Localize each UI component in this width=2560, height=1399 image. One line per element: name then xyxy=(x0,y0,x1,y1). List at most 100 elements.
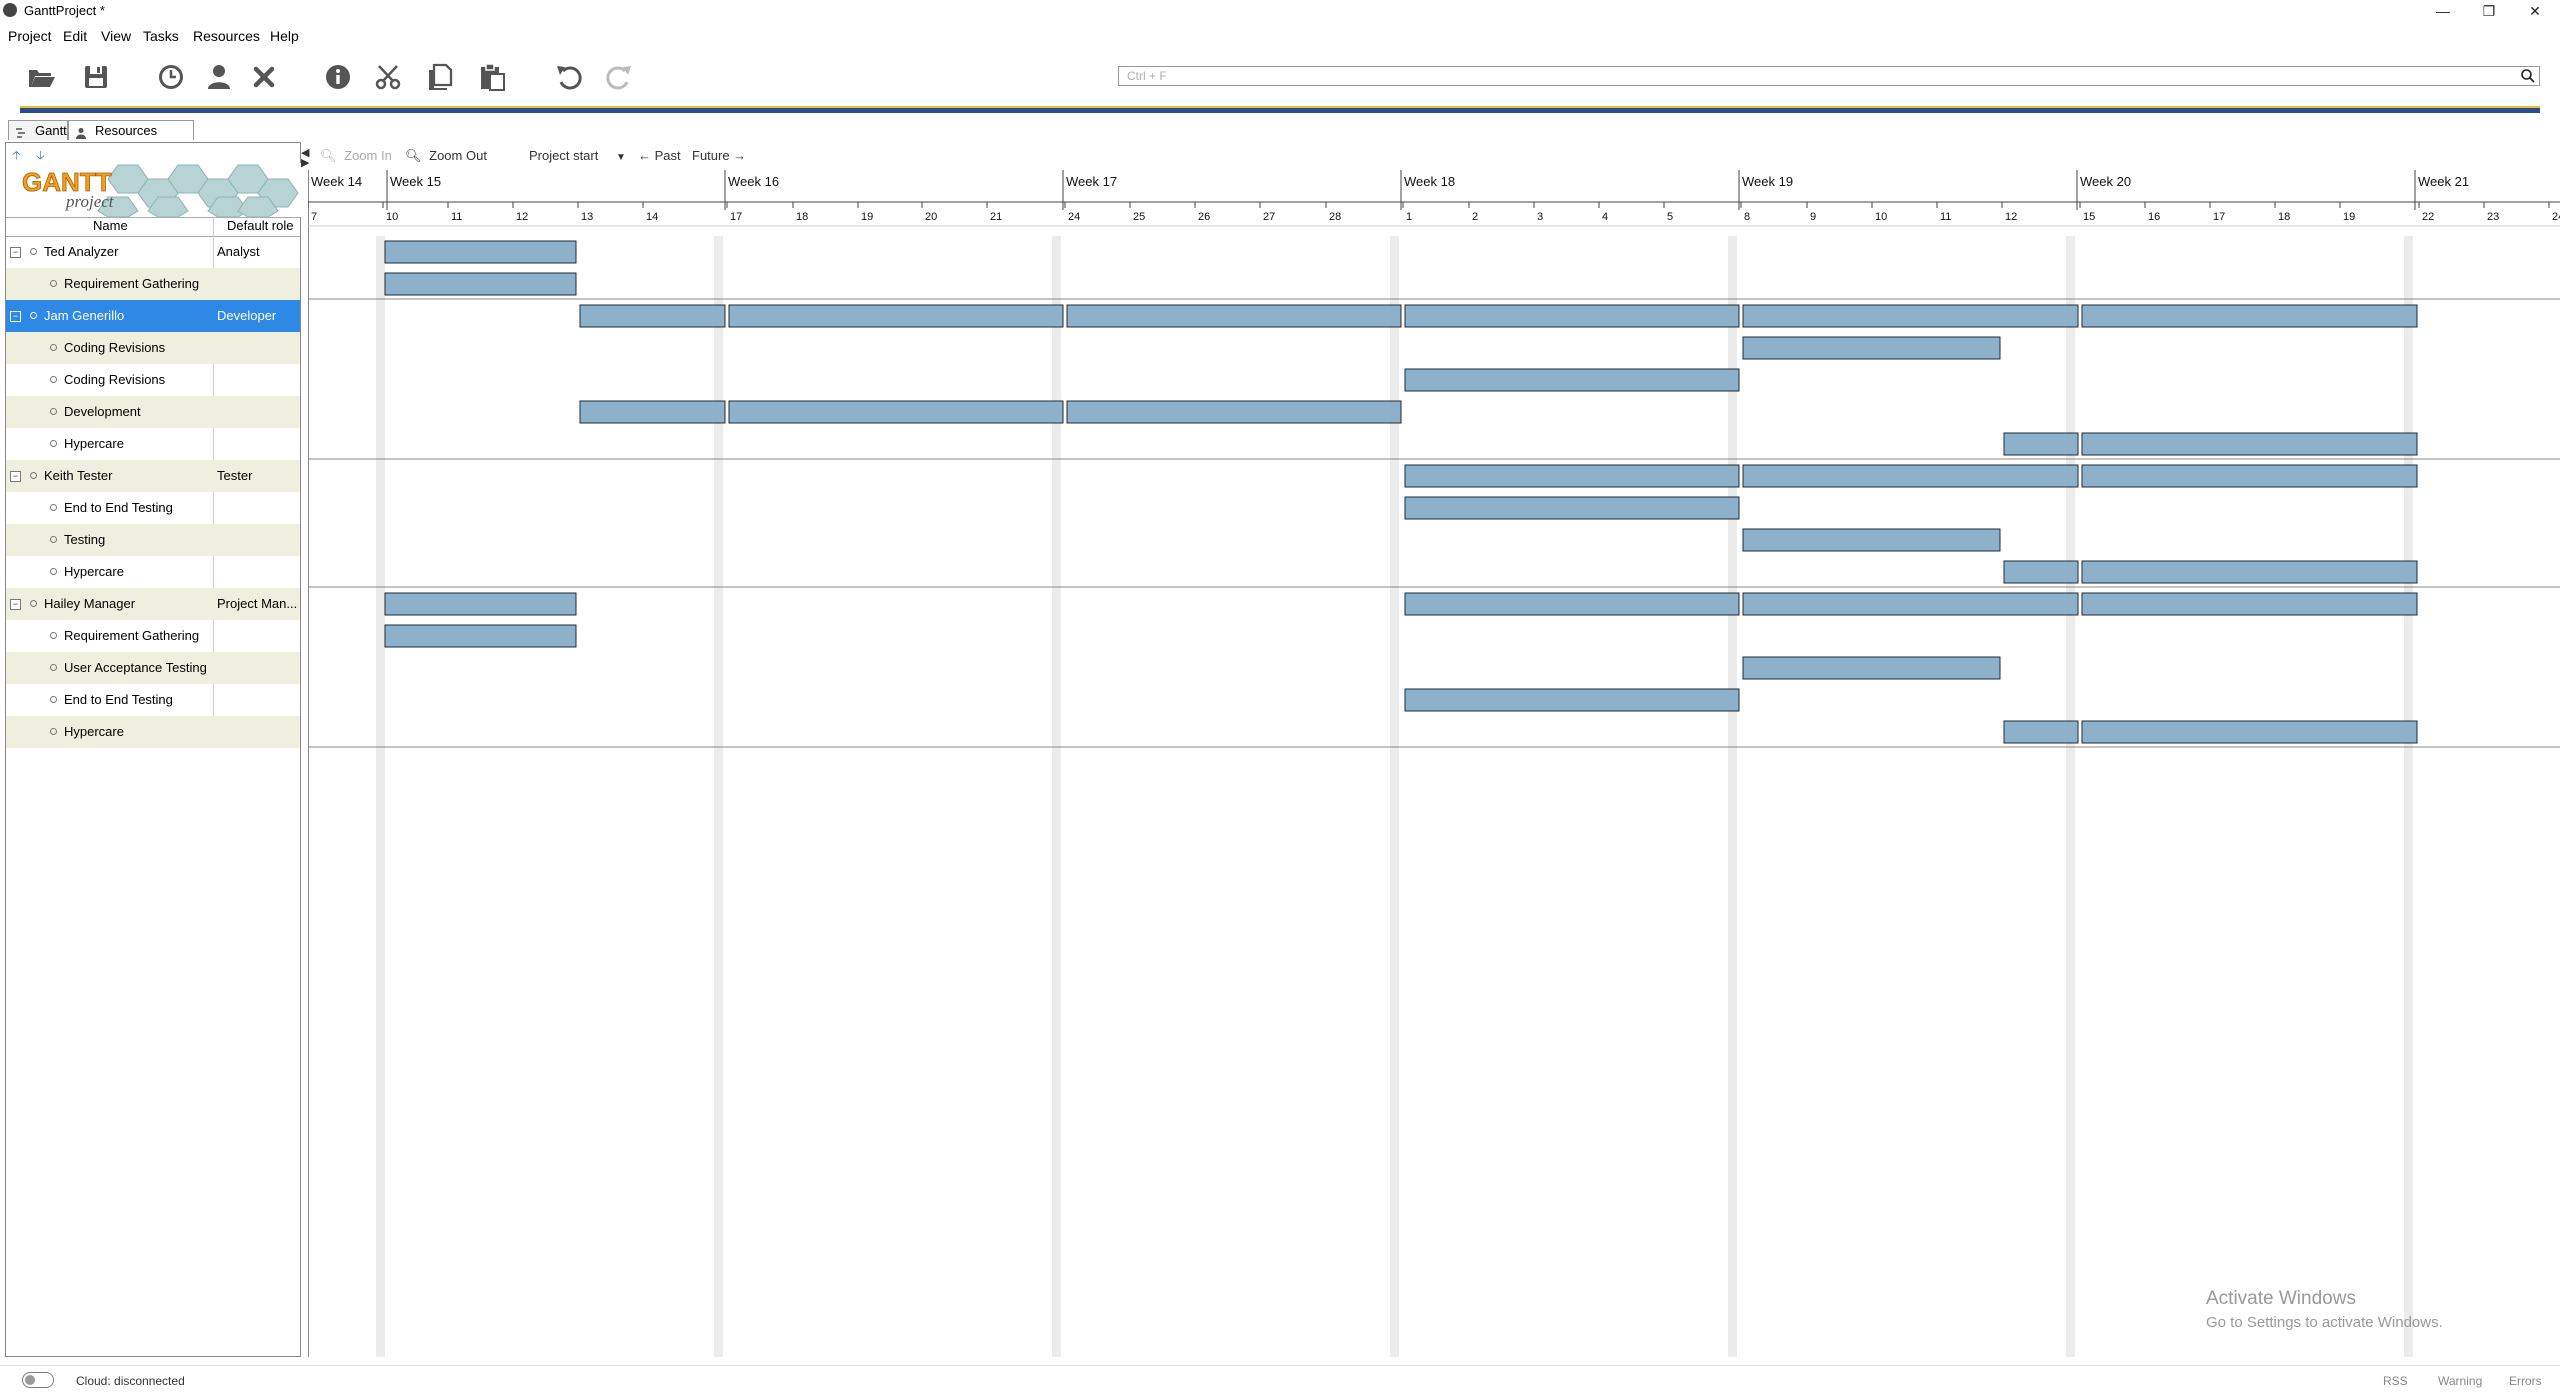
assignment-row[interactable]: User Acceptance Testing xyxy=(6,652,300,684)
row-name: Hailey Manager xyxy=(44,596,136,611)
row-name: Coding Revisions xyxy=(64,340,166,355)
day-label: 24 xyxy=(1068,211,1080,223)
row-name: Hypercare xyxy=(64,564,124,579)
column-header-name[interactable]: Name xyxy=(93,218,128,233)
assignment-row[interactable]: Testing xyxy=(6,524,300,556)
info-icon[interactable] xyxy=(321,60,355,94)
weekend-band xyxy=(2404,236,2413,1357)
menu-edit[interactable]: Edit xyxy=(63,28,87,44)
menu-help[interactable]: Help xyxy=(270,28,299,44)
week-label: Week 15 xyxy=(390,174,441,189)
cut-icon[interactable] xyxy=(371,60,405,94)
search-input[interactable] xyxy=(1118,66,2540,86)
day-label: 13 xyxy=(581,211,593,223)
row-role: Analyst xyxy=(217,244,260,259)
day-label: 24 xyxy=(2552,211,2560,223)
copy-icon[interactable] xyxy=(423,60,457,94)
past-button[interactable]: ← Past xyxy=(638,148,681,163)
cloud-toggle[interactable] xyxy=(22,1372,54,1388)
assignment-row[interactable]: Coding Revisions xyxy=(6,364,300,396)
assignment-bar xyxy=(2003,720,2079,744)
task-icon xyxy=(50,632,57,639)
tab-gantt[interactable]: Gantt xyxy=(8,120,68,140)
delete-icon[interactable] xyxy=(247,60,281,94)
project-start-label: Project start xyxy=(529,148,599,163)
resource-row[interactable]: − Jam Generillo Developer xyxy=(6,300,300,332)
assignment-row[interactable]: Development xyxy=(6,396,300,428)
assignment-row[interactable]: Requirement Gathering xyxy=(6,268,300,300)
expand-panel-icon[interactable]: ▶ xyxy=(301,156,309,169)
save-icon[interactable] xyxy=(79,60,113,94)
rss-link[interactable]: RSS xyxy=(2383,1374,2408,1388)
day-label: 18 xyxy=(796,211,808,223)
menu-resources[interactable]: Resources xyxy=(193,28,260,44)
assignment-row[interactable]: Hypercare xyxy=(6,428,300,460)
row-name: Requirement Gathering xyxy=(64,276,200,291)
day-label: 12 xyxy=(516,211,528,223)
day-label: 7 xyxy=(311,211,317,223)
assignment-bar xyxy=(384,240,577,264)
tab-resources-chart[interactable]: Resources Chart xyxy=(68,120,194,158)
paste-icon[interactable] xyxy=(475,60,509,94)
restore-button[interactable]: ❐ xyxy=(2466,0,2512,22)
assignment-bar xyxy=(1404,496,1740,520)
future-button[interactable]: Future → xyxy=(692,148,746,163)
assignment-bar xyxy=(1066,400,1402,424)
zoom-in-button[interactable]: 🔍︎ Zoom In xyxy=(320,148,392,164)
collapse-icon[interactable]: − xyxy=(10,471,21,482)
assignment-row[interactable]: End to End Testing xyxy=(6,684,300,716)
open-icon[interactable] xyxy=(24,60,58,94)
assignment-bar xyxy=(2081,464,2418,488)
minimize-button[interactable]: — xyxy=(2420,0,2466,22)
assignment-row[interactable]: Hypercare xyxy=(6,556,300,588)
row-name: Development xyxy=(64,404,141,419)
history-icon[interactable] xyxy=(154,60,188,94)
resource-icon xyxy=(30,472,37,479)
day-label: 3 xyxy=(1537,211,1543,223)
menu-view[interactable]: View xyxy=(101,28,131,44)
resource-row[interactable]: − Ted Analyzer Analyst xyxy=(6,236,300,268)
assignment-bar xyxy=(579,400,726,424)
day-label: 4 xyxy=(1602,211,1608,223)
collapse-icon[interactable]: − xyxy=(10,311,21,322)
assignment-bar xyxy=(728,304,1064,328)
week-label: Week 20 xyxy=(2080,174,2131,189)
svg-text:project: project xyxy=(65,192,115,211)
undo-icon[interactable] xyxy=(552,60,586,94)
task-icon xyxy=(50,376,57,383)
assignment-row[interactable]: Coding Revisions xyxy=(6,332,300,364)
assignment-row[interactable]: Requirement Gathering xyxy=(6,620,300,652)
resource-chart-canvas[interactable]: Week 14 Week 15 Week 16 Week 17 Week 18 Week … xyxy=(308,170,2560,1357)
menu-project[interactable]: Project xyxy=(8,28,52,44)
day-label: 27 xyxy=(1263,211,1275,223)
zoom-out-label: Zoom Out xyxy=(429,148,487,163)
assignment-bar xyxy=(2003,560,2079,584)
assignment-bar xyxy=(2081,592,2418,616)
task-icon xyxy=(50,280,57,287)
weekend-band xyxy=(2066,236,2075,1357)
week-label: Week 21 xyxy=(2418,174,2469,189)
collapse-icon[interactable]: − xyxy=(10,599,21,610)
assignment-row[interactable]: End to End Testing xyxy=(6,492,300,524)
resource-row[interactable]: − Keith Tester Tester xyxy=(6,460,300,492)
menu-tasks[interactable]: Tasks xyxy=(143,28,179,44)
row-role: Developer xyxy=(217,308,277,323)
close-window-button[interactable]: ✕ xyxy=(2512,0,2558,22)
zoom-out-button[interactable]: 🔍︎ Zoom Out xyxy=(405,148,487,164)
day-label: 19 xyxy=(861,211,873,223)
search-icon[interactable] xyxy=(2520,68,2536,84)
assignment-bar xyxy=(1742,656,2001,680)
user-icon[interactable] xyxy=(202,60,236,94)
project-start-dropdown[interactable]: Project start ▼ xyxy=(529,148,626,163)
column-header-role[interactable]: Default role xyxy=(227,218,293,233)
collapse-icon[interactable]: − xyxy=(10,247,21,258)
resource-row[interactable]: − Hailey Manager Project Man... xyxy=(6,588,300,620)
day-label: 10 xyxy=(386,211,398,223)
errors-link[interactable]: Errors xyxy=(2509,1374,2542,1388)
assignment-row[interactable]: Hypercare xyxy=(6,716,300,748)
redo-icon[interactable] xyxy=(602,60,636,94)
zoom-in-icon: 🔍︎ xyxy=(320,148,337,163)
zoom-out-icon: 🔍︎ xyxy=(405,148,422,163)
warning-link[interactable]: Warning xyxy=(2438,1374,2482,1388)
task-icon xyxy=(50,536,57,543)
